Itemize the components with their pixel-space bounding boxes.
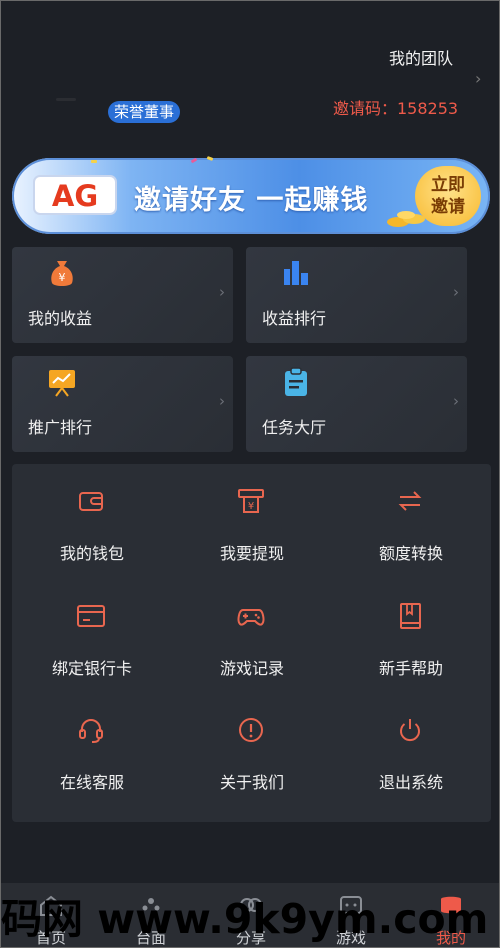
bar-chart-icon	[284, 261, 308, 285]
grid-label: 退出系统	[378, 773, 443, 792]
money-bag-icon: ¥	[51, 261, 73, 286]
card-label: 收益排行	[262, 309, 327, 328]
card-earnings-ranking[interactable]: 收益排行 ›	[246, 247, 467, 343]
card-label: 我的收益	[28, 309, 93, 328]
grid-item-about[interactable]: 关于我们	[172, 693, 332, 808]
invite-now-label-2: 邀请	[431, 197, 465, 217]
grid-item-game-records[interactable]: 游戏记录	[172, 579, 332, 694]
confetti-decoration	[91, 160, 97, 163]
card-my-earnings[interactable]: ¥ 我的收益 ›	[12, 247, 233, 343]
ag-logo-icon: AG	[33, 175, 117, 215]
grid-item-transfer[interactable]: 额度转换	[331, 464, 491, 579]
app-screen: 我的团队 › 荣誉董事 邀请码：158253 AG 邀请好友 一起赚钱 立即 邀…	[0, 0, 500, 948]
grid-item-wallet[interactable]: 我的钱包	[12, 464, 172, 579]
bank-card-icon	[77, 605, 105, 627]
chevron-right-icon: ›	[219, 392, 225, 410]
grid-label: 新手帮助	[378, 659, 443, 678]
invite-now-label-1: 立即	[431, 175, 465, 195]
grid-label: 在线客服	[59, 773, 124, 792]
grid-label: 我的钱包	[59, 544, 124, 563]
vip-badge: 荣誉董事	[108, 101, 181, 123]
card-label: 任务大厅	[262, 418, 327, 437]
card-label: 推广排行	[28, 418, 93, 437]
chevron-right-icon: ›	[453, 392, 459, 410]
transfer-arrows-icon	[398, 491, 422, 511]
invite-now-button[interactable]: 立即 邀请	[415, 166, 481, 226]
info-icon	[239, 718, 263, 742]
headset-icon	[79, 719, 103, 743]
clipboard-icon	[285, 367, 307, 396]
gamepad-icon	[237, 609, 265, 626]
grid-label: 关于我们	[219, 773, 284, 792]
card-promotion-ranking[interactable]: 推广排行 ›	[12, 356, 233, 452]
grid-item-bind-card[interactable]: 绑定银行卡	[12, 579, 172, 694]
grid-label: 游戏记录	[219, 659, 284, 678]
card-task-hall[interactable]: 任务大厅 ›	[246, 356, 467, 452]
grid-item-withdraw[interactable]: ¥ 我要提现	[172, 464, 332, 579]
grid-item-logout[interactable]: 退出系统	[331, 693, 491, 808]
wallet-icon	[79, 492, 103, 511]
grid-item-help[interactable]: 新手帮助	[331, 579, 491, 694]
grid-label: 绑定银行卡	[51, 659, 132, 678]
grid-label: 额度转换	[378, 544, 443, 563]
function-grid: 我的钱包 ¥ 我要提现 额度转换 绑定银行卡 游戏记录 新手帮助 在线客服 关于…	[12, 464, 491, 822]
presentation-chart-icon	[49, 370, 75, 397]
svg-text:¥: ¥	[59, 271, 66, 284]
invite-banner[interactable]: AG 邀请好友 一起赚钱 立即 邀请	[12, 158, 490, 234]
withdraw-icon: ¥	[238, 489, 264, 513]
book-icon	[400, 603, 421, 629]
chevron-right-icon[interactable]: ›	[475, 69, 481, 88]
svg-text:¥: ¥	[248, 501, 254, 512]
grid-item-customer-service[interactable]: 在线客服	[12, 693, 172, 808]
svg-text:AG: AG	[52, 179, 98, 213]
watermark-text: 码网 www.9k9ym.com	[1, 895, 489, 943]
power-icon	[400, 719, 420, 742]
invite-code-label: 邀请码：158253	[333, 99, 459, 118]
my-team-link[interactable]: 我的团队	[389, 45, 453, 69]
banner-headline: 邀请好友 一起赚钱	[134, 185, 369, 216]
avatar[interactable]	[56, 98, 76, 101]
grid-label: 我要提现	[219, 544, 284, 563]
chevron-right-icon: ›	[219, 283, 225, 301]
chevron-right-icon: ›	[453, 283, 459, 301]
